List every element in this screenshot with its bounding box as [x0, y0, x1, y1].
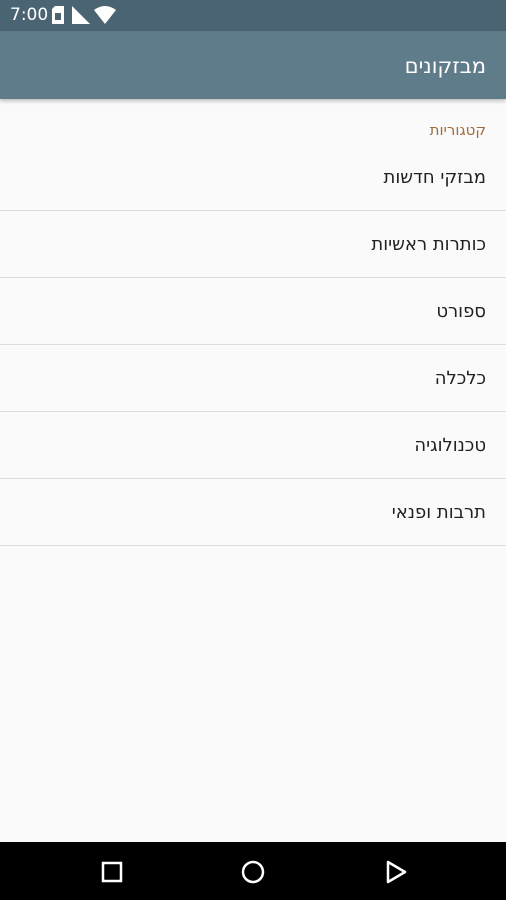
list-item-label: מבזקי חדשות [383, 167, 486, 188]
app-title: מבזקונים [404, 54, 486, 78]
list-item-headlines[interactable]: כותרות ראשיות [0, 211, 506, 278]
list-item-label: תרבות ופנאי [391, 502, 486, 523]
list-item-label: טכנולוגיה [414, 435, 486, 456]
status-bar: 7:00 [0, 0, 506, 31]
section-header-categories: קטגוריות [429, 121, 486, 139]
app-bar: מבזקונים [0, 31, 506, 99]
list-item-economy[interactable]: כלכלה [0, 345, 506, 412]
sim-card-icon [52, 6, 64, 24]
list-item-culture[interactable]: תרבות ופנאי [0, 479, 506, 546]
list-item-technology[interactable]: טכנולוגיה [0, 412, 506, 479]
list-item-news-flashes[interactable]: מבזקי חדשות [0, 144, 506, 211]
navigation-bar [0, 842, 506, 900]
list-item-label: כותרות ראשיות [371, 234, 486, 255]
status-time: 7:00 [10, 5, 49, 25]
back-triangle-icon[interactable] [383, 859, 409, 885]
wifi-icon [94, 6, 116, 24]
signal-icon [72, 6, 90, 24]
list-item-label: ספורט [436, 301, 486, 322]
list-item-label: כלכלה [434, 368, 486, 389]
recents-square-icon[interactable] [99, 859, 125, 885]
list-item-sports[interactable]: ספורט [0, 278, 506, 345]
home-circle-icon[interactable] [240, 859, 266, 885]
